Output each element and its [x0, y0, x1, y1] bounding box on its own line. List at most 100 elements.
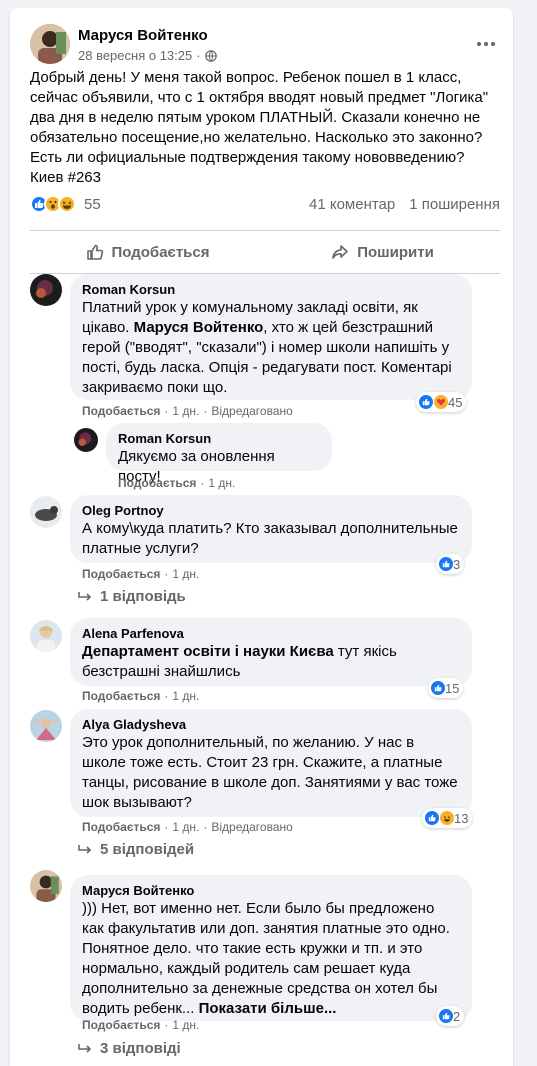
comment-reactions[interactable]: 3	[436, 554, 465, 574]
view-replies-button[interactable]: 1 відповідь	[78, 588, 186, 605]
view-replies-button[interactable]: 5 відповідей	[78, 841, 194, 858]
comment-bubble: Маруся Войтенко ))) Нет, вот именно нет.…	[70, 875, 472, 1021]
avatar[interactable]	[30, 620, 62, 652]
care-icon	[433, 394, 449, 410]
post-card: Маруся Войтенко 28 вересня о 13:25 · Доб…	[10, 8, 513, 1066]
meta-separator: ·	[196, 48, 201, 63]
comment-time[interactable]: 1 дн.	[208, 476, 235, 490]
comment-actions: Подобається · 1 дн.	[82, 689, 199, 703]
comment-text: Департамент освіти і науки Києва тут які…	[82, 642, 460, 682]
share-label: Поширити	[357, 243, 434, 261]
share-button[interactable]: Поширити	[265, 231, 500, 273]
avatar[interactable]	[30, 710, 62, 742]
post-meta: 28 вересня о 13:25 ·	[78, 48, 217, 63]
commenter-name[interactable]: Маруся Войтенко	[82, 883, 460, 899]
reply-arrow-icon	[78, 1043, 92, 1053]
separator: ·	[164, 1018, 169, 1032]
comment-actions: Подобається · 1 дн. · Відредаговано	[82, 820, 293, 834]
comment-actions: Подобається · 1 дн. · Відредаговано	[82, 404, 293, 418]
commenter-name[interactable]: Roman Korsun	[118, 431, 320, 447]
reply-arrow-icon	[78, 844, 92, 854]
reactions-count[interactable]: 55	[84, 196, 101, 213]
see-more-link[interactable]: Показати більше...	[199, 1000, 337, 1017]
comment-time[interactable]: 1 дн.	[172, 689, 199, 703]
post-author[interactable]: Маруся Войтенко	[78, 27, 208, 44]
reaction-count: 15	[445, 680, 460, 696]
avatar[interactable]	[30, 496, 62, 528]
comment-time[interactable]: 1 дн.	[172, 404, 199, 418]
avatar[interactable]	[74, 428, 98, 452]
author-avatar[interactable]	[30, 24, 70, 64]
comment-bubble: Roman Korsun Дякуємо за оновлення посту!	[106, 423, 332, 485]
comment-like-button[interactable]: Подобається	[118, 476, 196, 490]
separator: ·	[200, 476, 205, 490]
reaction-count: 45	[448, 394, 463, 410]
separator: ·	[203, 820, 208, 834]
comment-actions: Подобається · 1 дн.	[82, 1018, 199, 1032]
reaction-count: 3	[453, 556, 461, 572]
comment-time[interactable]: 1 дн.	[172, 1018, 199, 1032]
post-body: Добрый день! У меня такой вопрос. Ребено…	[30, 69, 489, 186]
comment-time[interactable]: 1 дн.	[172, 567, 199, 581]
reply-arrow-icon	[78, 591, 92, 601]
comment-text: А кому\куда платить? Кто заказывал допол…	[82, 520, 458, 557]
comment-bubble: Oleg Portnoy А кому\куда платить? Кто за…	[70, 495, 472, 563]
haha-icon	[439, 810, 455, 826]
post-stats: 55 41 коментар 1 поширення	[30, 192, 500, 216]
replies-count: 1 відповідь	[100, 588, 186, 605]
like-icon	[424, 810, 440, 826]
commenter-name[interactable]: Alya Gladysheva	[82, 717, 460, 733]
comment-like-button[interactable]: Подобається	[82, 820, 160, 834]
view-replies-button[interactable]: 3 відповіді	[78, 1040, 181, 1057]
comment-like-button[interactable]: Подобається	[82, 404, 160, 418]
replies-count: 5 відповідей	[100, 841, 195, 858]
comment-text: Это урок дополнительный, по желанию. У н…	[82, 734, 458, 811]
comment-reactions[interactable]: 45	[416, 392, 467, 412]
avatar[interactable]	[30, 870, 62, 902]
post-date[interactable]: 28 вересня о 13:25	[78, 48, 192, 63]
comment-text: Платний урок у комунальному закладі осві…	[82, 298, 460, 398]
commenter-name[interactable]: Oleg Portnoy	[82, 503, 460, 519]
more-options-icon[interactable]	[472, 30, 500, 58]
comment-reactions[interactable]: 13	[422, 808, 473, 828]
globe-icon	[204, 49, 217, 62]
comment-bubble: Alya Gladysheva Это урок дополнительный,…	[70, 709, 472, 817]
shares-count[interactable]: 1 поширення	[409, 196, 500, 213]
separator: ·	[164, 689, 169, 703]
comment-bubble: Roman Korsun Платний урок у комунальному…	[70, 274, 472, 400]
comments-count[interactable]: 41 коментар	[309, 196, 395, 213]
share-icon	[332, 245, 348, 259]
separator: ·	[164, 820, 169, 834]
like-button[interactable]: Подобається	[30, 231, 265, 273]
reaction-count: 2	[453, 1008, 461, 1024]
comment-like-button[interactable]: Подобається	[82, 567, 160, 581]
edited-label: Відредаговано	[211, 404, 293, 418]
separator: ·	[203, 404, 208, 418]
reaction-count: 13	[454, 810, 469, 826]
post-header: Маруся Войтенко 28 вересня о 13:25 ·	[30, 24, 500, 68]
like-icon	[438, 556, 454, 572]
comment-like-button[interactable]: Подобається	[82, 689, 160, 703]
thumbs-up-icon	[86, 244, 103, 260]
mention-link[interactable]: Маруся Войтенко	[134, 319, 264, 336]
comment-text: ))) Нет, вот именно нет. Если было бы пр…	[82, 899, 460, 1019]
comment-bubble: Alena Parfenova Департамент освіти і нау…	[70, 618, 472, 686]
comment-reactions[interactable]: 2	[436, 1006, 465, 1026]
commenter-name[interactable]: Roman Korsun	[82, 282, 460, 298]
comment-actions: Подобається · 1 дн.	[82, 567, 199, 581]
comment-actions: Подобається · 1 дн.	[118, 476, 235, 490]
separator: ·	[164, 404, 169, 418]
reactions-summary[interactable]: 55	[30, 195, 101, 213]
like-icon	[430, 680, 446, 696]
avatar[interactable]	[30, 274, 62, 306]
comment-like-button[interactable]: Подобається	[82, 1018, 160, 1032]
comment-reactions[interactable]: 15	[428, 678, 464, 698]
post-actions: Подобається Поширити	[30, 230, 500, 274]
comment-time[interactable]: 1 дн.	[172, 820, 199, 834]
edited-label: Відредаговано	[211, 820, 293, 834]
haha-icon	[58, 195, 76, 213]
mention-link[interactable]: Департамент освіти і науки Києва	[82, 643, 334, 660]
like-icon	[438, 1008, 454, 1024]
commenter-name[interactable]: Alena Parfenova	[82, 626, 460, 642]
replies-count: 3 відповіді	[100, 1040, 181, 1057]
